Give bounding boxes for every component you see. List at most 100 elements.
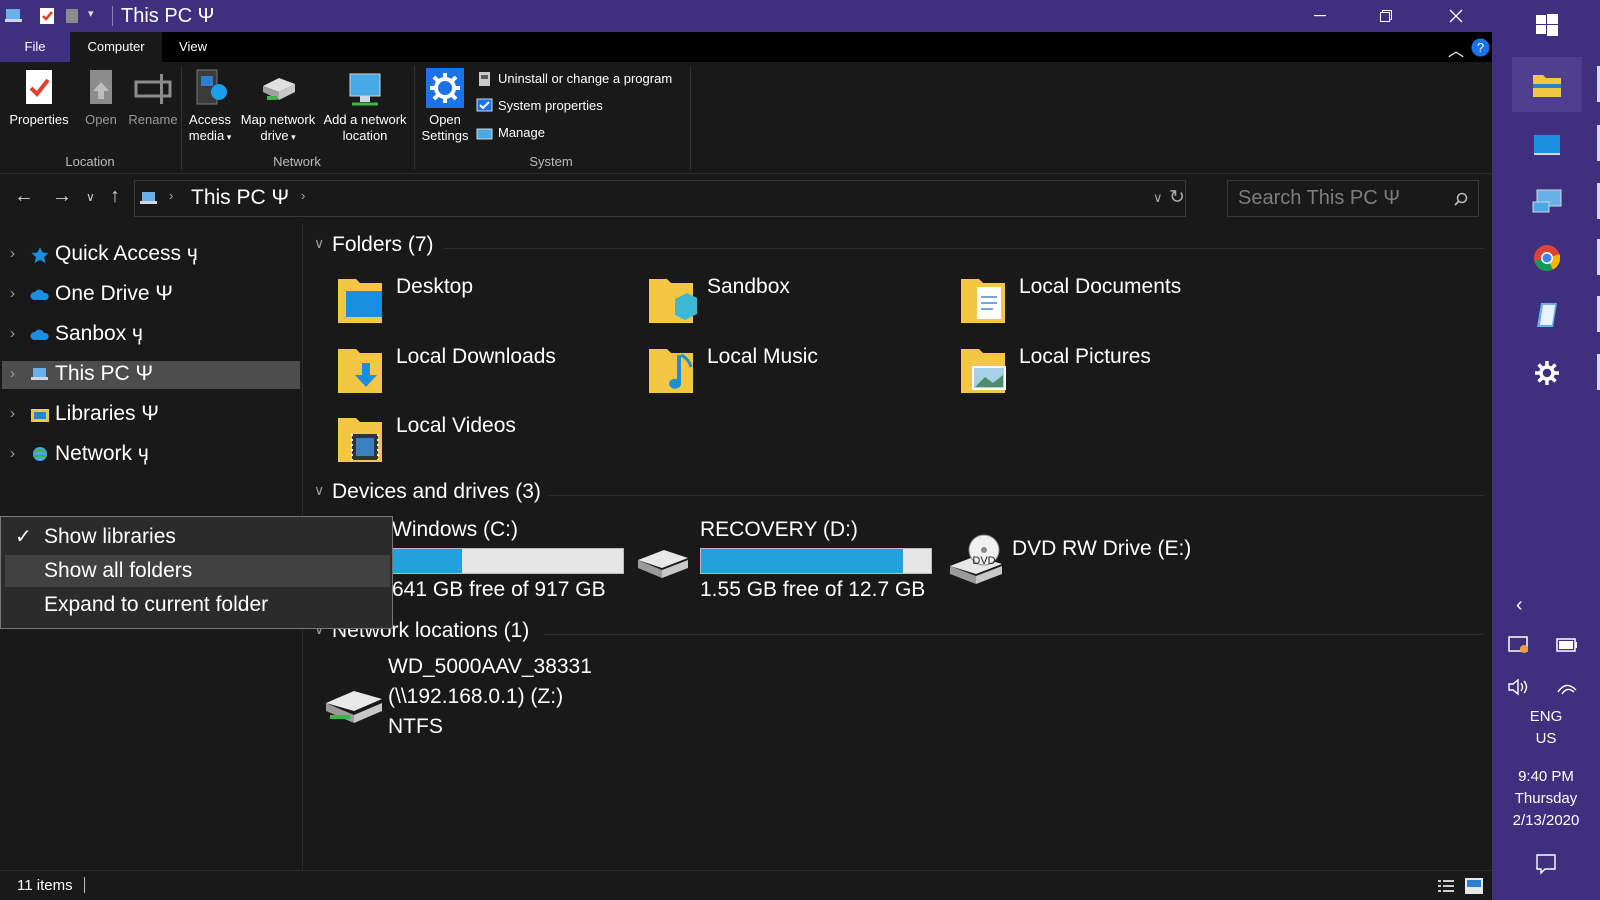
ribbon-separator xyxy=(181,66,182,170)
drive-tile-e[interactable]: DVD DVD RW Drive (E:) xyxy=(948,518,1248,608)
new-folder-qat-icon[interactable] xyxy=(64,7,80,25)
system-properties-button[interactable]: System properties xyxy=(474,96,603,116)
gear-icon xyxy=(1535,361,1559,385)
nav-item-network[interactable]: › Network ӌ xyxy=(2,441,300,469)
access-media-icon xyxy=(196,69,227,105)
rename-button[interactable]: Rename xyxy=(126,68,180,128)
folder-tile-local-documents[interactable]: Local Documents xyxy=(959,273,1269,337)
drive-usage-fill xyxy=(393,549,462,573)
add-network-location-button[interactable]: Add a network location xyxy=(320,68,410,144)
expand-chevron-icon[interactable]: › xyxy=(10,405,15,422)
folder-tile-local-videos[interactable]: Local Videos xyxy=(336,412,646,476)
security-center-icon[interactable] xyxy=(1508,636,1530,654)
folder-tile-desktop[interactable]: Desktop xyxy=(336,273,646,337)
network-group-label: Network xyxy=(273,154,321,169)
expand-chevron-icon[interactable]: › xyxy=(10,285,15,302)
action-center-icon[interactable] xyxy=(1535,853,1557,875)
network-icon xyxy=(33,447,47,461)
refresh-icon[interactable]: ↻ xyxy=(1169,186,1185,209)
breadcrumb-this-pc[interactable]: This PC Ψ xyxy=(191,186,289,210)
battery-icon[interactable] xyxy=(1556,638,1578,652)
drive-tile-d[interactable]: RECOVERY (D:) 1.55 GB free of 12.7 GB xyxy=(636,518,936,608)
ribbon-separator xyxy=(690,66,691,170)
breadcrumb-chevron-icon[interactable]: › xyxy=(301,188,305,203)
tab-view[interactable]: View xyxy=(170,32,216,62)
folder-tile-local-music[interactable]: Local Music xyxy=(647,343,957,407)
input-language[interactable]: ENG US xyxy=(1492,708,1600,747)
folder-tile-local-downloads[interactable]: Local Downloads xyxy=(336,343,646,407)
menu-item-show-libraries[interactable]: ✓ Show libraries xyxy=(5,521,390,553)
videos-folder-icon xyxy=(338,418,382,462)
collapse-ribbon-chevron-icon[interactable]: ︿ xyxy=(1448,37,1464,61)
minimize-button[interactable] xyxy=(1297,0,1343,32)
taskbar-notepad[interactable] xyxy=(1512,290,1582,340)
remote-desktop-icon xyxy=(1532,189,1562,213)
properties-label: Properties xyxy=(9,112,69,127)
recent-locations-chevron-icon[interactable]: ∨ xyxy=(86,190,95,204)
taskbar-file-explorer[interactable] xyxy=(1512,57,1582,112)
folder-tile-sandbox[interactable]: Sandbox xyxy=(647,273,957,337)
properties-button[interactable]: Properties xyxy=(6,68,72,128)
details-view-icon[interactable] xyxy=(1437,878,1455,894)
back-arrow-icon[interactable]: ← xyxy=(14,185,34,208)
menu-item-show-all-folders[interactable]: Show all folders xyxy=(5,555,390,587)
tab-computer[interactable]: Computer xyxy=(70,32,162,62)
menu-item-expand-to-current-folder[interactable]: Expand to current folder xyxy=(5,589,390,621)
properties-qat-icon[interactable] xyxy=(38,7,56,25)
map-network-drive-button[interactable]: Map network drive ▾ xyxy=(238,68,318,145)
up-arrow-icon[interactable]: ↑ xyxy=(110,185,120,208)
dvd-drive-icon: DVD xyxy=(950,534,1002,584)
manage-button[interactable]: Manage xyxy=(474,123,545,143)
breadcrumb-chevron-icon[interactable]: › xyxy=(169,188,173,203)
open-settings-button[interactable]: Open Settings xyxy=(420,68,470,144)
folder-tile-local-pictures[interactable]: Local Pictures xyxy=(959,343,1269,407)
expand-chevron-icon[interactable]: › xyxy=(10,445,15,462)
add-location-label-2: location xyxy=(342,128,388,143)
help-icon[interactable]: ? xyxy=(1471,38,1490,57)
address-bar[interactable]: › This PC Ψ › ∨ ↻ xyxy=(134,180,1186,217)
star-icon xyxy=(31,247,49,263)
network-location-tile[interactable]: WD_5000AAV_38331 (\\192.168.0.1) (Z:) NT… xyxy=(324,655,644,755)
large-icons-view-icon[interactable] xyxy=(1464,877,1484,895)
expand-chevron-icon[interactable]: › xyxy=(10,325,15,342)
address-dropdown-chevron-icon[interactable]: ∨ xyxy=(1153,190,1163,206)
search-input[interactable]: Search This PC Ψ xyxy=(1227,180,1479,217)
start-button[interactable] xyxy=(1512,0,1582,50)
expand-chevron-icon[interactable]: › xyxy=(10,245,15,262)
folders-section-header[interactable]: ∨ Folders (7) xyxy=(314,233,434,257)
system-properties-label: System properties xyxy=(498,98,603,113)
customize-qat-chevron-icon[interactable]: ▾ xyxy=(88,7,94,25)
nav-item-libraries[interactable]: › Libraries Ψ xyxy=(2,401,300,429)
map-network-drive-icon xyxy=(263,78,295,100)
nav-item-one-drive[interactable]: › One Drive Ψ xyxy=(2,281,300,309)
nav-item-quick-access[interactable]: › Quick Access ӌ xyxy=(2,241,300,269)
clock-date: 2/13/2020 xyxy=(1512,812,1580,829)
show-hidden-icons-chevron-icon[interactable]: ‹ xyxy=(1516,594,1523,617)
nav-item-this-pc[interactable]: › This PC Ψ xyxy=(2,361,300,389)
rename-icon xyxy=(134,74,172,104)
taskbar-remote-desktop[interactable] xyxy=(1512,177,1582,227)
expand-chevron-icon[interactable]: › xyxy=(10,365,15,382)
tab-file[interactable]: File xyxy=(0,32,70,62)
volume-icon[interactable] xyxy=(1507,678,1529,696)
pictures-folder-icon xyxy=(961,349,1006,393)
system-group-label: System xyxy=(529,154,573,169)
uninstall-program-button[interactable]: Uninstall or change a program xyxy=(474,69,672,89)
folder-label: Local Videos xyxy=(396,414,516,437)
access-media-button[interactable]: Access media ▾ xyxy=(186,68,234,145)
open-button[interactable]: Open xyxy=(76,68,126,128)
close-button[interactable] xyxy=(1433,0,1479,32)
taskbar-app-window[interactable] xyxy=(1512,120,1582,170)
forward-arrow-icon[interactable]: → xyxy=(52,185,72,208)
taskbar-settings[interactable] xyxy=(1512,348,1582,398)
taskbar-chrome[interactable] xyxy=(1512,233,1582,283)
open-icon xyxy=(90,70,112,104)
devices-section-header[interactable]: ∨ Devices and drives (3) xyxy=(314,480,541,504)
system-properties-icon xyxy=(476,98,493,112)
nav-item-sanbox[interactable]: › Sanbox ӌ xyxy=(2,321,300,349)
clock[interactable]: 9:40 PM Thursday 2/13/2020 xyxy=(1492,766,1600,832)
wifi-icon[interactable] xyxy=(1556,678,1578,696)
content-pane: ∨ Folders (7) Desktop Sandbox Local Docum… xyxy=(304,223,1492,870)
restore-button[interactable] xyxy=(1363,0,1409,32)
this-pc-icon[interactable] xyxy=(4,7,24,25)
